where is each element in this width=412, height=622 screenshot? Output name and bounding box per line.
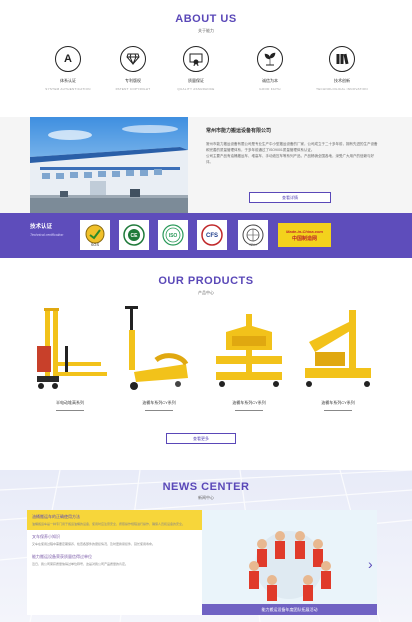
feature-en: PATENT COPYRIGHT bbox=[115, 87, 151, 91]
mic-cn: 中国制造网 bbox=[291, 235, 317, 242]
company-desc-1: 常州市能力搬运设备有限公司是专业生产中小型搬运设备的厂家，公司成立于二十多年前，… bbox=[206, 142, 378, 152]
products-title: OUR PRODUCTS bbox=[158, 275, 254, 287]
company-name: 常州市能力搬运设备有限公司 bbox=[206, 128, 272, 134]
letter-a-icon: A bbox=[55, 46, 81, 72]
product-divider bbox=[145, 410, 173, 411]
company-desc-2: 公司主要产品有油桶搬运车、堆高车、手动液压车等系列产品，产品畅销全国各地，深受广… bbox=[206, 154, 374, 164]
made-in-china-logo[interactable]: Made-in-China.com 中国制造网 bbox=[278, 223, 331, 247]
factory-photo bbox=[30, 117, 188, 213]
iqnet-text: IQNet bbox=[249, 243, 257, 247]
news-item[interactable]: 油桶搬运车的正确使用方法 油桶搬运车是一种专门用于搬运油桶的设备，使用时应注意安… bbox=[27, 510, 202, 530]
news-title: NEWS CENTER bbox=[162, 481, 250, 493]
news-photo-caption: 能力搬运设备年度团队拓展活动 bbox=[202, 604, 377, 615]
ce-text: CE bbox=[131, 233, 139, 239]
feature-technological-innovation[interactable]: 技术创新 TECHNOLOGICAL INNOVATION bbox=[312, 46, 372, 91]
feature-patent-copyright[interactable]: 专利版权 PATENT COPYRIGHT bbox=[103, 46, 163, 91]
feature-good-faith[interactable]: 诚信为本 GOOD FAITH bbox=[240, 46, 300, 91]
company-info: 常州市能力搬运设备有限公司 常州市能力搬运设备有限公司是专业生产中小型搬运设备的… bbox=[206, 127, 378, 165]
certification-band: 技术认证 Technical certification SGS CE ISO … bbox=[0, 213, 412, 258]
product-card[interactable]: 油桶车系列CY系列 bbox=[295, 302, 381, 418]
product-card[interactable]: 油桶车系列CY系列 bbox=[116, 302, 202, 418]
feature-name: 诚信为本 bbox=[262, 78, 278, 83]
product-name: 油桶车系列CY系列 bbox=[232, 400, 266, 405]
iso-text: ISO bbox=[169, 233, 178, 239]
news-photo: 能力搬运设备年度团队拓展活动 bbox=[202, 510, 377, 615]
company-section: 常州市能力搬运设备有限公司 常州市能力搬运设备有限公司是专业生产中小型搬运设备的… bbox=[0, 117, 412, 213]
product-card[interactable]: 半电动堆高系列 bbox=[27, 302, 113, 418]
news-subtitle: 新闻中心 bbox=[198, 495, 214, 500]
feature-name: 体系认证 bbox=[60, 78, 76, 83]
certificate-icon bbox=[183, 46, 209, 72]
news-item-desc: 叉车在使用过程中需要定期保养，检查各部件的磨损情况，及时更换易损件，延长使用寿命… bbox=[32, 542, 156, 546]
ce-logo: CE bbox=[119, 220, 149, 250]
sgs-text: SGS bbox=[91, 242, 100, 247]
product-image bbox=[27, 302, 113, 398]
cfs-logo: CFS bbox=[197, 220, 227, 250]
plant-icon bbox=[257, 46, 283, 72]
news-item[interactable]: 叉车保养小知识 叉车在使用过程中需要定期保养，检查各部件的磨损情况，及时更换易损… bbox=[27, 530, 202, 550]
chevron-right-icon[interactable]: › bbox=[368, 556, 373, 572]
products-subtitle: 产品中心 bbox=[198, 290, 214, 295]
news-item-desc: 油桶搬运车是一种专门用于搬运油桶的设备，使用时应注意安全，按照操作规程进行操作，… bbox=[32, 522, 186, 526]
product-name: 油桶车系列CY系列 bbox=[142, 400, 176, 405]
iqnet-logo: IQNet bbox=[238, 220, 268, 250]
product-image bbox=[295, 302, 381, 398]
cert-title: 技术认证 bbox=[30, 224, 53, 230]
company-more-button[interactable]: 查看详情 bbox=[249, 192, 331, 203]
news-item[interactable]: 能力搬运设备荣获质量信得过单位 近日，我公司荣获质量信得过单位称号，这是对我公司… bbox=[27, 550, 202, 570]
cert-subtitle: Technical certification bbox=[30, 233, 64, 237]
feature-name: 专利版权 bbox=[125, 78, 141, 83]
feature-en: SYSTEM AUTHENTICATION bbox=[45, 87, 91, 91]
product-divider bbox=[56, 410, 84, 411]
product-name: 半电动堆高系列 bbox=[56, 400, 84, 405]
company-description: 常州市能力搬运设备有限公司是专业生产中小型搬运设备的厂家，公司成立于二十多年前，… bbox=[206, 141, 378, 165]
news-list: 油桶搬运车的正确使用方法 油桶搬运车是一种专门用于搬运油桶的设备，使用时应注意安… bbox=[27, 510, 202, 615]
iso-logo: ISO bbox=[158, 220, 188, 250]
diamond-icon bbox=[120, 46, 146, 72]
news-section: NEWS CENTER 新闻中心 油桶搬运车的正确使用方法 油桶搬运车是一种专门… bbox=[0, 470, 412, 622]
feature-name: 技术创新 bbox=[334, 78, 350, 83]
about-subtitle: 关于能力 bbox=[198, 28, 214, 33]
feature-en: QUALITY ASSURANCE bbox=[177, 87, 215, 91]
products-more-button[interactable]: 查看更多 bbox=[166, 433, 236, 444]
news-item-title: 叉车保养小知识 bbox=[32, 534, 60, 539]
news-item-desc: 近日，我公司荣获质量信得过单位称号，这是对我公司产品质量的肯定。 bbox=[32, 562, 129, 566]
cfs-text: CFS bbox=[206, 233, 218, 239]
product-name: 油桶车系列CY系列 bbox=[321, 400, 355, 405]
product-divider bbox=[235, 410, 263, 411]
product-card[interactable]: 油桶车系列CY系列 bbox=[206, 302, 292, 418]
about-section: ABOUT US 关于能力 A 体系认证 SYSTEM AUTHENTICATI… bbox=[0, 0, 412, 118]
mic-en: Made-in-China.com bbox=[286, 228, 323, 234]
feature-en: TECHNOLOGICAL INNOVATION bbox=[316, 87, 368, 91]
products-section: OUR PRODUCTS 产品中心 半电动堆高系列 油桶车系列CY系列 油桶车系… bbox=[0, 258, 412, 470]
about-title: ABOUT US bbox=[175, 13, 237, 25]
feature-system-authentication[interactable]: A 体系认证 SYSTEM AUTHENTICATION bbox=[38, 46, 98, 91]
product-image bbox=[116, 302, 202, 398]
product-image bbox=[206, 302, 292, 398]
feature-name: 质量保证 bbox=[188, 78, 204, 83]
news-item-title: 油桶搬运车的正确使用方法 bbox=[32, 514, 80, 519]
books-icon bbox=[329, 46, 355, 72]
feature-quality-assurance[interactable]: 质量保证 QUALITY ASSURANCE bbox=[166, 46, 226, 91]
news-item-title: 能力搬运设备荣获质量信得过单位 bbox=[32, 554, 92, 559]
sgs-logo: SGS bbox=[80, 220, 110, 250]
product-divider bbox=[324, 410, 352, 411]
feature-en: GOOD FAITH bbox=[259, 87, 281, 91]
